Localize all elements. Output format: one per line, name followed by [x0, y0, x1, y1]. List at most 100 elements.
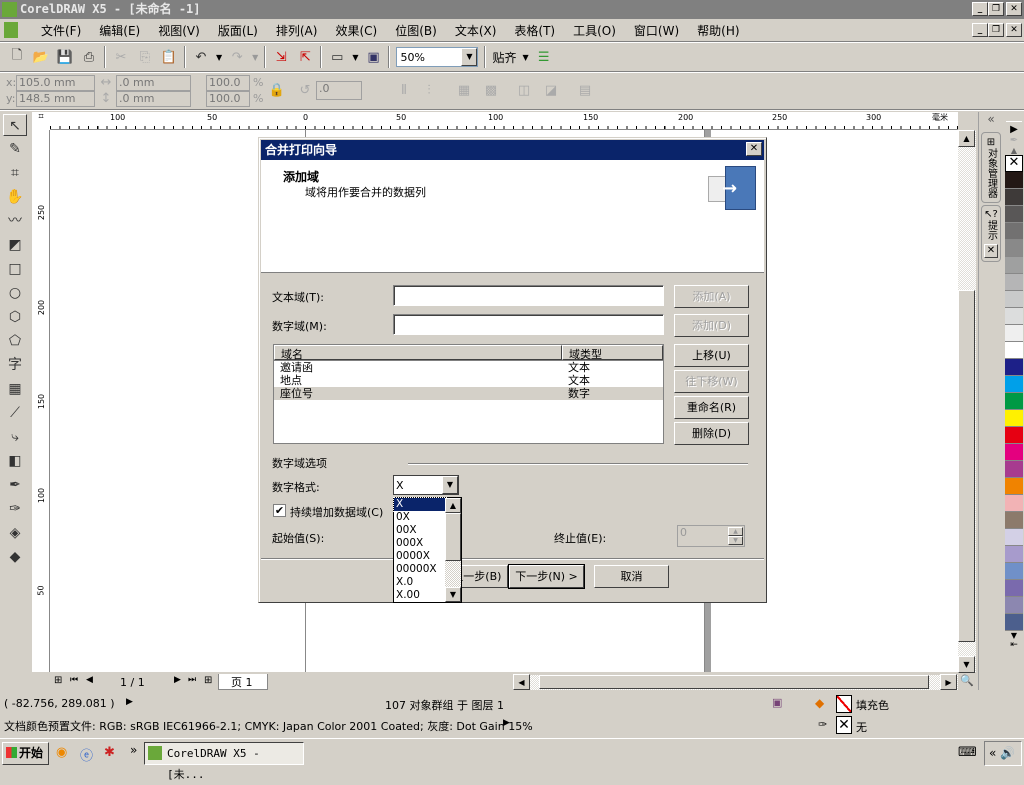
show-hidden-icons[interactable]: «: [989, 746, 996, 760]
table-tool-icon[interactable]: ▦: [3, 378, 27, 400]
scale-x-field[interactable]: 100.0: [206, 75, 250, 91]
color-swatch[interactable]: [1005, 393, 1023, 410]
number-format-dropdown-list[interactable]: X 0X 00X 000X 0000X 00000X X.0 X.00 ▲ ▼: [393, 497, 462, 603]
dropdown-option[interactable]: 0000X: [394, 550, 446, 563]
continuous-checkbox[interactable]: ✔: [273, 504, 286, 517]
color-swatch[interactable]: [1005, 223, 1023, 240]
restore-button[interactable]: ❐: [988, 2, 1004, 16]
print-icon[interactable]: ⎙: [80, 48, 98, 66]
browser-icon[interactable]: ⓔ: [80, 745, 93, 764]
fill-swatch[interactable]: [836, 695, 852, 713]
break-apart-icon[interactable]: ◪: [542, 81, 560, 99]
prev-page-icon[interactable]: ◀: [86, 675, 93, 685]
color-proof-icon[interactable]: ▣: [772, 696, 782, 709]
menu-effects[interactable]: 效果(C): [326, 22, 386, 39]
shape-tool-icon[interactable]: ✎: [3, 138, 27, 160]
next-page-icon[interactable]: ▶: [174, 675, 181, 685]
palette-expand[interactable]: ⇤: [1004, 640, 1024, 650]
save-icon[interactable]: 💾: [56, 48, 74, 66]
dropdown-option[interactable]: 00X: [394, 524, 446, 537]
list-item[interactable]: 邀请函 文本: [274, 361, 663, 374]
color-swatch[interactable]: [1005, 427, 1023, 444]
application-launcher-icon[interactable]: ▭: [328, 48, 346, 66]
color-swatch[interactable]: [1005, 614, 1023, 631]
start-button[interactable]: 开始: [2, 742, 49, 765]
list-item[interactable]: 地点 文本: [274, 374, 663, 387]
number-format-select[interactable]: X ▼: [393, 475, 459, 495]
color-swatch[interactable]: [1005, 512, 1023, 529]
color-swatch[interactable]: [1005, 274, 1023, 291]
move-up-button[interactable]: 上移(U): [674, 344, 749, 367]
spin-down-icon[interactable]: ▼: [728, 536, 743, 545]
number-field-input[interactable]: [393, 314, 664, 335]
paste-icon[interactable]: 📋: [160, 48, 178, 66]
color-swatch[interactable]: [1005, 410, 1023, 427]
scroll-left-button[interactable]: ◀: [513, 674, 530, 690]
color-swatch[interactable]: [1005, 597, 1023, 614]
menu-layout[interactable]: 版面(L): [209, 22, 267, 39]
scroll-thumb[interactable]: [445, 513, 461, 561]
doc-restore-button[interactable]: ❐: [988, 23, 1004, 37]
menu-table[interactable]: 表格(T): [505, 22, 564, 39]
options-icon[interactable]: ☰: [535, 48, 553, 66]
menu-edit[interactable]: 编辑(E): [90, 22, 149, 39]
horizontal-ruler[interactable]: 100 50 0 50 100 150 200 250 300 毫米: [50, 112, 958, 130]
more-shortcuts-icon[interactable]: »: [130, 743, 137, 757]
next-button[interactable]: 下一步(N) >: [508, 564, 585, 589]
vertical-ruler[interactable]: 250 200 150 100 50: [32, 130, 50, 672]
color-profile-info[interactable]: 文档颜色预置文件: RGB: sRGB IEC61966-2.1; CMYK: …: [4, 718, 533, 734]
delete-button[interactable]: 删除(D): [674, 422, 749, 445]
rotation-field[interactable]: .0: [316, 81, 362, 100]
page-tab[interactable]: 页 1: [218, 674, 268, 690]
color-swatch[interactable]: [1005, 291, 1023, 308]
color-swatch[interactable]: [1005, 444, 1023, 461]
x-position-field[interactable]: 105.0 mm: [16, 75, 95, 91]
undo-icon[interactable]: ↶: [192, 48, 210, 66]
group-icon[interactable]: ▦: [455, 81, 473, 99]
pick-tool-icon[interactable]: ↖: [3, 114, 27, 136]
palette-scroll-up[interactable]: ▲: [1004, 146, 1024, 155]
width-field[interactable]: .0 mm: [116, 75, 191, 91]
combine-icon[interactable]: ◫: [515, 81, 533, 99]
scroll-down-button[interactable]: ▼: [958, 656, 975, 673]
vertical-scrollbar[interactable]: ▲ ▼: [958, 130, 976, 673]
text-tool-icon[interactable]: 字: [3, 354, 27, 376]
last-page-icon[interactable]: ⏭: [188, 675, 196, 685]
new-icon[interactable]: 🗋: [8, 48, 26, 66]
color-swatch[interactable]: [1005, 546, 1023, 563]
color-swatch[interactable]: [1005, 478, 1023, 495]
export-icon[interactable]: ⇱: [296, 48, 314, 66]
menu-view[interactable]: 视图(V): [149, 22, 209, 39]
height-field[interactable]: .0 mm: [116, 91, 191, 107]
ruler-origin[interactable]: ⌗: [32, 112, 50, 130]
media-player-icon[interactable]: ◉: [56, 745, 67, 760]
add-text-field-button[interactable]: 添加(A): [674, 285, 749, 308]
wrap-text-icon[interactable]: ▤: [576, 81, 594, 99]
blend-tool-icon[interactable]: ◧: [3, 450, 27, 472]
freehand-tool-icon[interactable]: 〰: [3, 210, 27, 232]
connector-tool-icon[interactable]: ⤷: [3, 426, 27, 448]
snap-to-button[interactable]: 贴齐: [492, 49, 516, 66]
add-page-after-icon[interactable]: ⊞: [204, 675, 212, 686]
collapse-docker-icon[interactable]: «: [979, 112, 1003, 126]
dropdown-option[interactable]: 000X: [394, 537, 446, 550]
palette-scroll-down[interactable]: ▼: [1004, 631, 1024, 640]
dropdown-option[interactable]: 00000X: [394, 563, 446, 576]
rectangle-tool-icon[interactable]: □: [3, 258, 27, 280]
volume-icon[interactable]: 🔊: [1000, 746, 1015, 760]
y-position-field[interactable]: 148.5 mm: [16, 91, 95, 107]
zoom-level-select[interactable]: 50% ▼: [396, 47, 479, 67]
expand-arrow-icon[interactable]: ▶: [126, 697, 133, 707]
color-swatch[interactable]: [1005, 189, 1023, 206]
doc-close-button[interactable]: ✕: [1006, 23, 1022, 37]
lock-ratio-icon[interactable]: 🔒: [268, 81, 286, 99]
expand-arrow-icon[interactable]: ▶: [503, 718, 510, 728]
scroll-thumb[interactable]: [958, 290, 975, 642]
list-item-selected[interactable]: 座位号 数字: [274, 387, 663, 400]
chevron-down-icon[interactable]: ▼: [442, 476, 458, 494]
eyedropper-icon[interactable]: ✒: [3, 474, 27, 496]
import-icon[interactable]: ⇲: [272, 48, 290, 66]
menu-arrange[interactable]: 排列(A): [267, 22, 327, 39]
zoom-navigator-icon[interactable]: 🔍: [960, 674, 974, 687]
color-swatch[interactable]: [1005, 172, 1023, 189]
